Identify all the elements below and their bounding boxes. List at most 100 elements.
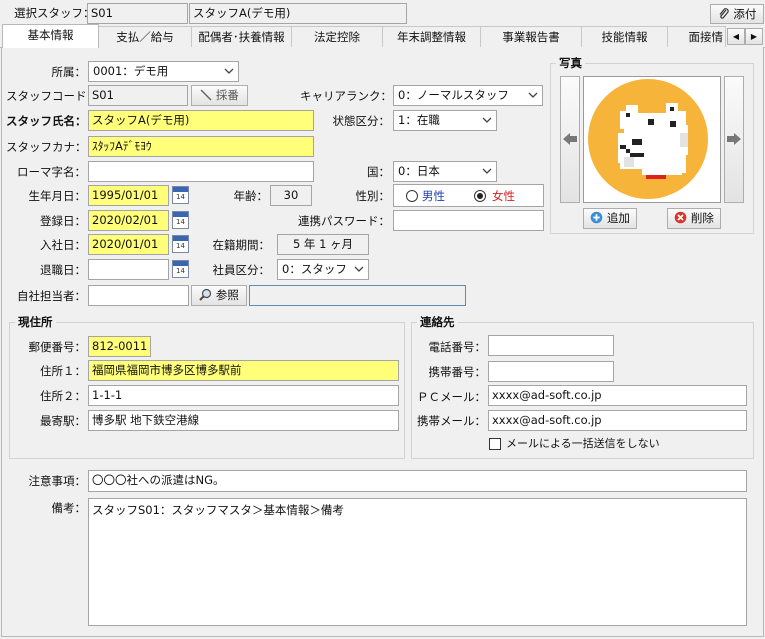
photo-add-label: 追加 <box>606 211 630 225</box>
mobile-mail-label: 携帯メール： <box>417 414 486 428</box>
delete-circle-icon <box>674 211 687 224</box>
career-rank-select[interactable]: 0：ノーマルスタッフ <box>393 85 543 106</box>
tab-business-report[interactable]: 事業報告書 <box>481 26 582 47</box>
address2-input[interactable]: 1-1-1 <box>88 385 399 406</box>
station-input[interactable]: 博多駅 地下鉄空港線 <box>88 410 399 431</box>
dog-avatar-image <box>588 79 708 199</box>
photo-title: 写真 <box>556 55 585 71</box>
tab-statutory-deduction[interactable]: 法定控除 <box>292 26 383 47</box>
gender-female-radio[interactable] <box>474 190 486 202</box>
tab-payment[interactable]: 支払／給与 <box>99 26 192 47</box>
staff-name-label: スタッフ氏名： <box>6 114 87 128</box>
assign-number-label: 採番 <box>215 88 239 102</box>
career-rank-value: 0：ノーマルスタッフ <box>398 88 509 102</box>
tab-scroll-right-button[interactable]: ▶ <box>745 28 763 45</box>
no-bulk-mail-checkbox[interactable] <box>489 438 501 450</box>
selected-staff-code: S01 <box>87 3 188 24</box>
calendar-icon[interactable]: 14 <box>172 235 189 253</box>
affiliation-value: 0001：デモ用 <box>93 64 169 78</box>
caution-input[interactable]: 〇〇〇社への派遣はNG。 <box>88 470 747 492</box>
romaji-label: ローマ字名： <box>17 165 86 179</box>
staff-kana-input[interactable]: ｽﾀｯﾌAﾃﾞﾓﾖｳ <box>88 136 314 157</box>
gender-female-label[interactable]: 女性 <box>492 186 515 206</box>
career-rank-label: キャリアランク： <box>300 89 392 103</box>
magnifier-icon <box>199 288 212 301</box>
tab-scroll-left-button[interactable]: ◀ <box>727 28 745 45</box>
calendar-icon[interactable]: 14 <box>172 186 189 204</box>
photo-frame <box>583 76 721 203</box>
phone-input[interactable] <box>488 335 614 356</box>
attach-button[interactable]: 添付 <box>710 4 764 24</box>
gender-male-radio[interactable] <box>406 190 418 202</box>
chevron-down-icon <box>482 117 492 123</box>
tab-basic-info[interactable]: 基本情報 <box>2 24 99 48</box>
address2-label: 住所２： <box>40 389 86 403</box>
affiliation-select[interactable]: 0001：デモ用 <box>88 61 239 82</box>
chevron-down-icon <box>528 92 538 98</box>
tenure-field: 5 年 1 ヶ月 <box>277 234 369 255</box>
affiliation-label: 所属： <box>51 65 87 79</box>
no-bulk-mail-label[interactable]: メールによる一括送信をしない <box>506 434 660 454</box>
calendar-icon[interactable]: 14 <box>172 211 189 229</box>
add-circle-icon <box>590 211 603 224</box>
joined-input[interactable]: 2020/01/01 <box>88 234 169 255</box>
paperclip-icon <box>718 7 730 19</box>
employee-type-value: 0：スタッフ <box>282 262 347 276</box>
remarks-textarea[interactable]: スタッフS01：スタッフマスタ＞基本情報＞備考 <box>88 498 747 626</box>
link-password-input[interactable] <box>393 210 544 231</box>
photo-delete-button[interactable]: 削除 <box>667 208 721 229</box>
age-field: 30 <box>270 185 312 206</box>
gender-male-label[interactable]: 男性 <box>422 186 445 206</box>
romaji-input[interactable] <box>88 161 314 182</box>
tab-year-end[interactable]: 年末調整情報 <box>383 26 481 47</box>
staff-code-label: スタッフコード： <box>6 89 98 103</box>
registered-label: 登録日： <box>40 214 86 228</box>
birthdate-label: 生年月日： <box>28 189 87 203</box>
arrow-right-icon <box>727 133 741 145</box>
chevron-down-icon <box>482 168 492 174</box>
tab-spouse[interactable]: 配偶者･扶養情報 <box>192 26 292 47</box>
pc-mail-input[interactable]: xxxx@ad-soft.co.jp <box>488 385 747 406</box>
phone-label: 電話番号： <box>428 340 487 354</box>
registered-input[interactable]: 2020/02/01 <box>88 210 169 231</box>
chevron-down-icon <box>354 266 364 272</box>
staff-name-input[interactable]: スタッフA(デモ用) <box>88 110 314 131</box>
link-password-label: 連携パスワード： <box>298 214 390 228</box>
employee-type-select[interactable]: 0：スタッフ <box>277 259 369 280</box>
postal-label: 郵便番号： <box>28 340 87 354</box>
photo-prev-button[interactable] <box>560 76 580 203</box>
status-select[interactable]: 1：在職 <box>393 110 497 131</box>
chevron-down-icon <box>224 68 234 74</box>
gender-label: 性別： <box>355 189 391 203</box>
address-title: 現住所 <box>15 314 56 330</box>
station-label: 最寄駅： <box>40 414 86 428</box>
status-label: 状態区分： <box>332 114 391 128</box>
reference-button[interactable]: 参照 <box>191 285 247 306</box>
manager-name-field <box>249 285 466 306</box>
retired-label: 退職日： <box>40 263 86 277</box>
postal-input[interactable]: 812-0011 <box>88 336 151 357</box>
slash-icon <box>200 88 212 101</box>
birthdate-input[interactable]: 1995/01/01 <box>88 185 169 206</box>
address1-label: 住所１： <box>40 364 86 378</box>
tab-skills[interactable]: 技能情報 <box>582 26 668 47</box>
calendar-icon[interactable]: 14 <box>172 260 189 278</box>
assign-number-button[interactable]: 採番 <box>191 85 248 106</box>
photo-next-button[interactable] <box>724 76 744 203</box>
photo-add-button[interactable]: 追加 <box>583 208 637 229</box>
address1-input[interactable]: 福岡県福岡市博多区博多駅前 <box>88 360 399 381</box>
manager-code-input[interactable] <box>88 285 189 306</box>
mobile-input[interactable] <box>488 361 614 382</box>
selected-staff-name: スタッフA(デモ用) <box>189 3 407 24</box>
status-value: 1：在職 <box>398 113 440 127</box>
tenure-label: 在籍期間： <box>212 238 271 252</box>
tab-interview[interactable]: 面接情 <box>668 26 726 47</box>
retired-input[interactable] <box>88 259 169 280</box>
mobile-mail-input[interactable]: xxxx@ad-soft.co.jp <box>488 410 747 431</box>
caution-label: 注意事項： <box>28 474 87 488</box>
manager-label: 自社担当者： <box>17 289 86 303</box>
attach-label: 添付 <box>733 7 757 21</box>
age-label: 年齢： <box>233 189 269 203</box>
country-select[interactable]: 0：日本 <box>393 161 497 182</box>
reference-label: 参照 <box>215 288 239 302</box>
